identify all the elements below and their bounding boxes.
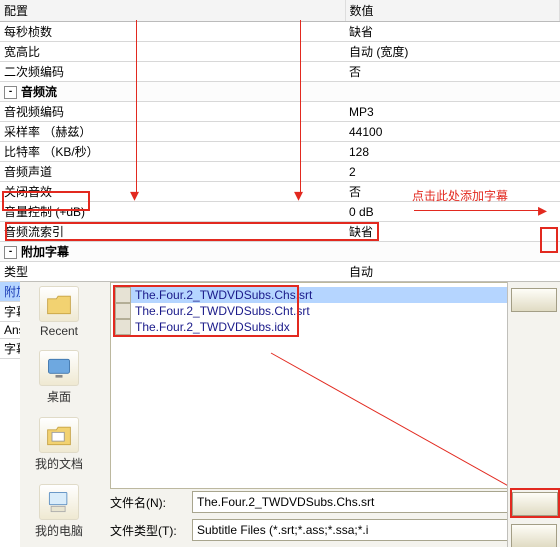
row-value[interactable]: 0 dB	[345, 202, 560, 222]
annotation-text: 点击此处添加字幕	[412, 187, 508, 204]
row-value[interactable]	[345, 82, 560, 102]
sidebar-item-label: 我的电脑	[28, 522, 90, 539]
dialog-bottom: 文件名(N): The.Four.2_TWDVDSubs.Chs.srt ▾ 文…	[110, 491, 556, 541]
row-name: 附加字幕	[21, 245, 69, 259]
filetype-combo[interactable]: Subtitle Files (*.srt;*.ass;*.ssa;*.i ▾	[192, 519, 556, 541]
tree-expander[interactable]: -	[4, 86, 17, 99]
row-value[interactable]: 128	[345, 142, 560, 162]
tree-expander[interactable]: -	[4, 246, 17, 259]
arrow-down-1	[136, 20, 137, 195]
filename-value: The.Four.2_TWDVDSubs.Chs.srt	[197, 495, 374, 509]
row-value[interactable]	[345, 242, 560, 262]
arrow-down-2-head: ▾	[294, 186, 303, 204]
arrow-right-1-head: ▸	[538, 201, 547, 219]
row-value[interactable]: 自动 (宽度)	[345, 42, 560, 62]
highlight-section	[2, 191, 90, 211]
arrow-right-1	[414, 210, 544, 211]
settings-row[interactable]: 每秒桢数 缺省	[0, 22, 560, 42]
settings-row[interactable]: 音视频编码 MP3	[0, 102, 560, 122]
filename-combo[interactable]: The.Four.2_TWDVDSubs.Chs.srt ▾	[192, 491, 556, 513]
highlight-open-button	[510, 488, 560, 518]
arrow-down-1-head: ▾	[130, 186, 139, 204]
sidebar-item-mydocs[interactable]: 我的文档	[28, 417, 90, 472]
mydocs-icon	[39, 417, 79, 453]
recent-icon	[39, 286, 79, 322]
filename-label: 文件名(N):	[110, 494, 186, 511]
row-name: 类型	[4, 265, 28, 279]
filetype-value: Subtitle Files (*.srt;*.ass;*.ssa;*.i	[197, 523, 368, 537]
row-value[interactable]: 44100	[345, 122, 560, 142]
settings-row[interactable]: -附加字幕	[0, 242, 560, 262]
settings-row[interactable]: 音频声道 2	[0, 162, 560, 182]
row-value[interactable]: 2	[345, 162, 560, 182]
panel-button-1[interactable]	[511, 288, 557, 312]
mypc-icon	[39, 484, 79, 520]
highlight-files	[113, 285, 299, 337]
right-panel	[507, 282, 560, 547]
arrow-down-2	[300, 20, 301, 195]
row-value[interactable]: MP3	[345, 102, 560, 122]
sidebar-item-desktop[interactable]: 桌面	[28, 350, 90, 405]
col-config[interactable]: 配置	[0, 0, 345, 22]
row-name: 采样率 （赫兹）	[4, 125, 91, 139]
highlight-selected-row	[5, 222, 379, 241]
col-value[interactable]: 数值	[345, 0, 560, 22]
desktop-icon	[39, 350, 79, 386]
row-value[interactable]: 否	[345, 62, 560, 82]
row-name: 音频流	[21, 85, 57, 99]
sidebar-item-label: 我的文档	[28, 455, 90, 472]
settings-row[interactable]: 采样率 （赫兹） 44100	[0, 122, 560, 142]
row-name: 音频声道	[4, 165, 52, 179]
highlight-browse-icon	[540, 227, 558, 253]
row-name: 比特率 （KB/秒）	[4, 145, 99, 159]
sidebar-item-label: Recent	[28, 324, 90, 338]
file-list-pane[interactable]: The.Four.2_TWDVDSubs.Chs.srtThe.Four.2_T…	[110, 282, 556, 489]
sidebar-item-mypc[interactable]: 我的电脑	[28, 484, 90, 539]
row-name: 二次频编码	[4, 65, 64, 79]
sidebar-item-recent[interactable]: Recent	[28, 286, 90, 338]
settings-row[interactable]: 宽高比 自动 (宽度)	[0, 42, 560, 62]
arrow-diagonal	[261, 343, 541, 489]
row-value[interactable]: 自动	[345, 262, 560, 282]
file-dialog: Recent桌面我的文档我的电脑网上邻居 The.Four.2_TWDVDSub…	[20, 281, 560, 547]
places-sidebar: Recent桌面我的文档我的电脑网上邻居	[28, 286, 90, 547]
open-button[interactable]	[512, 492, 558, 516]
settings-row[interactable]: 类型 自动	[0, 262, 560, 282]
row-value[interactable]: 缺省	[345, 22, 560, 42]
row-name: 宽高比	[4, 45, 40, 59]
settings-row[interactable]: 二次频编码 否	[0, 62, 560, 82]
filetype-label: 文件类型(T):	[110, 522, 186, 539]
settings-row[interactable]: -音频流	[0, 82, 560, 102]
row-name: 音视频编码	[4, 105, 64, 119]
settings-row[interactable]: 比特率 （KB/秒） 128	[0, 142, 560, 162]
sidebar-item-label: 桌面	[28, 388, 90, 405]
row-name: 每秒桢数	[4, 25, 52, 39]
cancel-button[interactable]	[511, 524, 557, 547]
